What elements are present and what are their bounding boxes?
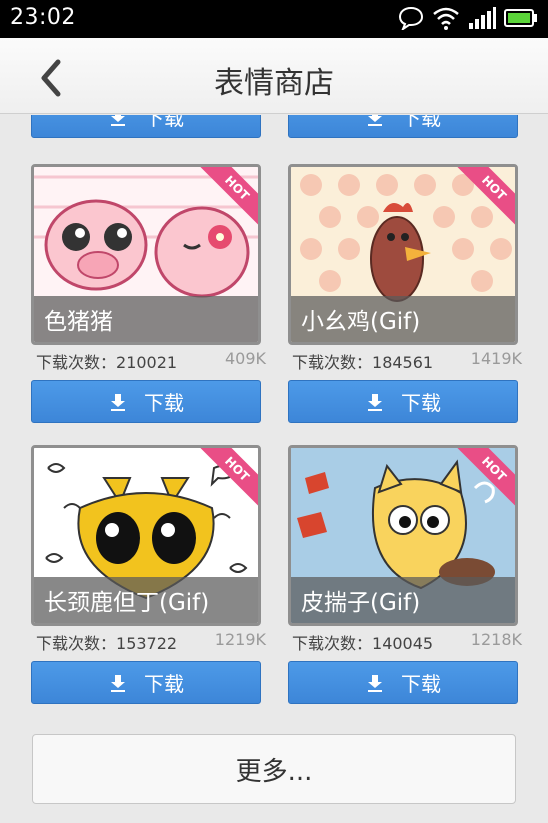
signal-icon	[469, 7, 496, 29]
sticker-meta: 下载次数：140045 1218K	[292, 630, 522, 654]
file-size: 1219K	[214, 630, 266, 649]
download-label: 下载	[401, 672, 441, 696]
download-button[interactable]: 下载	[288, 115, 518, 138]
app-header: 表情商店	[0, 38, 548, 114]
download-label: 下载	[144, 115, 184, 130]
chat-icon	[398, 6, 424, 30]
sticker-meta: 下载次数：153722 1219K	[36, 630, 266, 654]
wifi-icon	[433, 7, 459, 30]
sticker-card[interactable]: HOT 小幺鸡(Gif)	[288, 164, 518, 345]
download-icon	[111, 115, 125, 126]
download-button[interactable]: 下载	[31, 380, 261, 423]
sticker-meta: 下载次数：184561 1419K	[292, 349, 522, 373]
sticker-card[interactable]: HOT 皮揣子(Gif)	[288, 445, 518, 626]
download-count: 下载次数：153722	[36, 634, 178, 653]
status-icons	[398, 6, 538, 30]
download-label: 下载	[401, 391, 441, 415]
file-size: 1419K	[470, 349, 522, 368]
file-size: 409K	[224, 349, 266, 368]
file-size: 1218K	[470, 630, 522, 649]
download-icon	[368, 393, 382, 411]
download-button[interactable]: 下载	[288, 661, 518, 704]
sticker-name: 小幺鸡(Gif)	[291, 296, 515, 342]
sticker-meta: 下载次数：210021 409K	[36, 349, 266, 373]
sticker-card[interactable]: HOT 长颈鹿但丁(Gif)	[31, 445, 261, 626]
download-label: 下载	[144, 391, 184, 415]
sticker-name: 色猪猪	[34, 296, 258, 342]
download-icon	[111, 674, 125, 692]
sticker-name: 长颈鹿但丁(Gif)	[34, 577, 258, 623]
status-bar: 23:02	[0, 0, 548, 38]
download-count: 下载次数：140045	[292, 634, 434, 653]
status-time: 23:02	[10, 5, 76, 30]
download-button[interactable]: 下载	[31, 661, 261, 704]
download-icon	[368, 115, 382, 126]
download-count: 下载次数：210021	[36, 353, 178, 372]
download-label: 下载	[144, 672, 184, 696]
download-count: 下载次数：184561	[292, 353, 434, 372]
sticker-name: 皮揣子(Gif)	[291, 577, 515, 623]
download-label: 下载	[401, 115, 441, 130]
sticker-card[interactable]: HOT 色猪猪	[31, 164, 261, 345]
download-icon	[368, 674, 382, 692]
download-button[interactable]: 下载	[288, 380, 518, 423]
download-button[interactable]: 下载	[31, 115, 261, 138]
battery-icon	[504, 9, 537, 27]
sticker-grid[interactable]: 下载 下载 HOT 色猪猪 下载次数：210021 409K 下载 HOT 小幺…	[0, 115, 548, 823]
more-button[interactable]: 更多...	[32, 734, 516, 804]
download-icon	[111, 393, 125, 411]
page-title: 表情商店	[214, 66, 334, 101]
